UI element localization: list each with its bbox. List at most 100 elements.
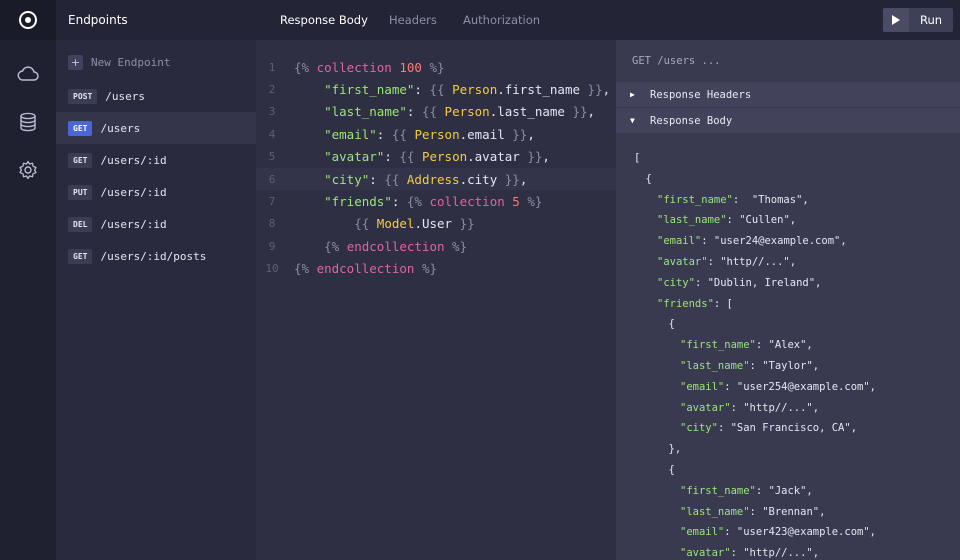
code-token: {{ — [391, 126, 415, 142]
line-number: 6 — [268, 172, 276, 186]
endpoint-path: /users — [105, 89, 146, 103]
json-key: "avatar" — [680, 547, 731, 560]
endpoint-path: /users/:id — [100, 185, 167, 199]
code-token: endcollection — [316, 261, 415, 277]
endpoint-item-selected[interactable]: GET /users — [56, 112, 256, 144]
response-body-toggle[interactable]: ▼ Response Body — [616, 108, 960, 133]
code-token: : — [384, 149, 400, 165]
json-value: : "user254@example.com", — [724, 380, 876, 393]
json-value: : "Thomas", — [732, 193, 809, 206]
line-number: 5 — [268, 150, 276, 164]
tab-headers[interactable]: Headers — [389, 0, 437, 40]
json-key: "last_name" — [680, 505, 750, 518]
endpoint-path: /users/:id — [100, 153, 167, 167]
endpoints-sidebar: Endpoints + New Endpoint POST /users GET… — [56, 0, 256, 560]
json-line: "last_name": "Cullen", — [657, 210, 796, 230]
code-token: {% — [406, 193, 430, 209]
code-token: {{ — [399, 149, 422, 165]
line-number: 8 — [268, 217, 276, 231]
endpoint-item[interactable]: GET /users/:id/posts — [56, 240, 256, 272]
code-token: : — [376, 126, 392, 142]
endpoint-item[interactable]: GET /users/:id — [56, 144, 256, 176]
json-line: "avatar": "http//...", — [680, 543, 819, 560]
json-value: { — [645, 172, 652, 185]
code-token: .first_name — [497, 81, 581, 97]
cloud-icon[interactable] — [0, 54, 56, 94]
tab-authorization[interactable]: Authorization — [463, 0, 540, 40]
json-line: "city": "Dublin, Ireland", — [657, 273, 821, 293]
response-headers-toggle[interactable]: ▶ Response Headers — [616, 82, 960, 107]
json-value: : "Jack", — [755, 484, 813, 497]
json-line: "last_name": "Taylor", — [680, 356, 819, 376]
request-line: GET /users ... — [632, 55, 721, 67]
json-value: : "user423@example.com", — [724, 526, 876, 539]
code-line[interactable]: 10 {% endcollection %} — [256, 258, 616, 280]
code-line[interactable]: 2 "first_name": {{ Person .first_name }}, — [256, 78, 616, 100]
code-token: 5 — [512, 193, 520, 209]
code-token: .avatar — [467, 149, 520, 165]
icon-rail — [0, 0, 56, 560]
line-number: 2 — [268, 82, 276, 96]
json-key: "email" — [680, 526, 725, 539]
line-number: 3 — [268, 105, 276, 119]
code-token: Person — [421, 149, 468, 165]
json-value: : "San Francisco, CA", — [717, 422, 858, 435]
json-value: : "http//...", — [707, 256, 797, 268]
run-button[interactable]: Run — [883, 8, 953, 32]
json-line: "first_name": "Jack", — [680, 481, 813, 501]
json-line: { — [669, 314, 675, 334]
json-value: }, — [668, 443, 682, 456]
new-endpoint-button[interactable]: + New Endpoint — [68, 55, 170, 70]
json-key: "friends" — [657, 297, 714, 310]
code-token: "last_name" — [324, 104, 407, 120]
json-value: : "user24@example.com", — [701, 235, 847, 248]
logo-icon[interactable] — [0, 0, 56, 40]
code-token: : — [414, 81, 430, 97]
line-number: 1 — [268, 60, 276, 74]
section-label: Response Headers — [650, 88, 752, 101]
code-line[interactable]: 7 "friends": {% collection 5 %} — [256, 190, 616, 212]
code-line[interactable]: 4 "email": {{ Person .email }}, — [256, 123, 616, 145]
code-line[interactable]: 1 {% collection 100 %} — [256, 56, 616, 78]
gear-icon[interactable] — [0, 150, 56, 190]
code-token: : — [406, 104, 422, 120]
json-line: "friends": [ — [657, 294, 733, 314]
tab-response-body[interactable]: Response Body — [280, 0, 368, 40]
code-token: "friends" — [324, 193, 392, 209]
endpoint-item[interactable]: PUT /users/:id — [56, 176, 256, 208]
code-token: , — [527, 126, 535, 142]
method-badge: PUT — [68, 184, 93, 200]
code-line[interactable]: 8 {{ Model .User }} — [256, 213, 616, 235]
json-value: [ — [634, 152, 641, 164]
code-token: Person — [414, 126, 460, 142]
top-tab-bar: Response Body Headers Authorization Run — [256, 0, 960, 40]
json-value: { — [668, 464, 675, 476]
code-line[interactable]: 6 "city": {{ Address .city }}, — [256, 168, 616, 190]
code-line[interactable]: 3 "last_name": {{ Person .last_name }}, — [256, 101, 616, 123]
code-token: }} — [497, 171, 520, 187]
method-badge: POST — [68, 88, 98, 104]
code-line[interactable]: 9 {% endcollection %} — [256, 235, 616, 257]
database-icon[interactable] — [0, 102, 56, 142]
code-token: }} — [564, 104, 588, 120]
json-key: "first_name" — [680, 484, 756, 497]
json-line: "first_name": "Thomas", — [657, 190, 809, 210]
code-token: Person — [452, 81, 498, 97]
endpoint-item[interactable]: POST /users — [56, 80, 256, 112]
method-badge: GET — [68, 152, 93, 168]
code-token: {% — [294, 261, 317, 277]
json-value: : [ — [713, 297, 733, 310]
code-token: .User — [414, 216, 453, 232]
code-line[interactable]: 5 "avatar": {{ Person .avatar }}, — [256, 146, 616, 168]
json-line: "email": "user24@example.com", — [657, 231, 847, 251]
method-badge: DEL — [68, 216, 93, 232]
sidebar-title: Endpoints — [56, 0, 256, 40]
code-editor[interactable]: 1 {% collection 100 %} 2 "first_name": {{ … — [256, 40, 616, 560]
line-number: 9 — [268, 239, 276, 253]
endpoint-item[interactable]: DEL /users/:id — [56, 208, 256, 240]
json-line: "city": "San Francisco, CA", — [680, 418, 857, 438]
json-key: "first_name" — [680, 339, 756, 352]
